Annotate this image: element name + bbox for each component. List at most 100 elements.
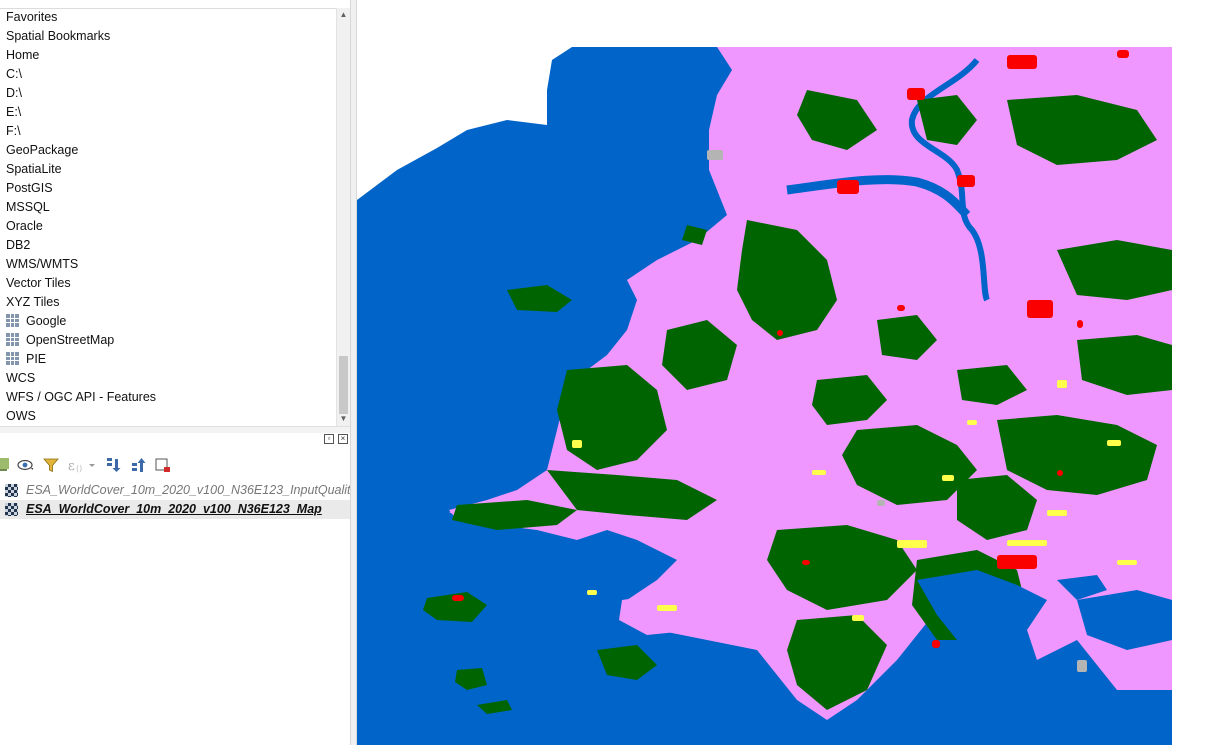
browser-item-label: Vector Tiles bbox=[6, 276, 71, 290]
remove-layer-icon[interactable] bbox=[154, 456, 172, 474]
dock-splitter[interactable] bbox=[350, 0, 357, 745]
chevron-down-icon[interactable] bbox=[87, 456, 97, 474]
browser-scrollbar[interactable]: ▲ ▼ bbox=[336, 8, 350, 426]
browser-item-label: OWS bbox=[6, 409, 36, 423]
landcover-raster bbox=[357, 0, 1216, 745]
browser-item-label: WMS/WMTS bbox=[6, 257, 79, 271]
expand-all-icon[interactable] bbox=[104, 456, 122, 474]
browser-item[interactable]: Vector Tiles bbox=[0, 274, 336, 293]
browser-item[interactable]: E:\ bbox=[0, 103, 336, 122]
browser-item-label: Spatial Bookmarks bbox=[6, 29, 111, 43]
browser-item[interactable]: PostGIS bbox=[0, 179, 336, 198]
browser-item[interactable]: Google bbox=[0, 312, 336, 331]
browser-item[interactable]: XYZ Tiles bbox=[0, 293, 336, 312]
filter-expression-icon[interactable]: ε () bbox=[67, 456, 85, 474]
browser-item-label: F:\ bbox=[6, 124, 21, 138]
svg-text:ε: ε bbox=[68, 459, 75, 474]
browser-item-label: PIE bbox=[26, 352, 47, 366]
browser-item[interactable]: OpenStreetMap bbox=[0, 331, 336, 350]
xyz-tile-icon bbox=[6, 333, 19, 346]
built-up-area bbox=[932, 640, 940, 648]
browser-item[interactable]: OWS bbox=[0, 407, 336, 426]
browser-item-label: E:\ bbox=[6, 105, 22, 119]
browser-item[interactable]: Favorites bbox=[0, 8, 336, 27]
grassland-patch bbox=[852, 615, 864, 621]
browser-item[interactable]: Spatial Bookmarks bbox=[0, 27, 336, 46]
raster-layer-icon bbox=[5, 503, 18, 516]
browser-panel-tree[interactable]: Favorites Spatial Bookmarks Home C:\ D:\ E:\ F… bbox=[0, 8, 336, 426]
filter-legend-icon[interactable] bbox=[42, 456, 60, 474]
collapse-all-icon[interactable] bbox=[129, 456, 147, 474]
close-panel-icon[interactable]: × bbox=[338, 434, 348, 444]
browser-item[interactable]: WCS bbox=[0, 369, 336, 388]
built-up-area bbox=[777, 330, 783, 336]
browser-item[interactable]: DB2 bbox=[0, 236, 336, 255]
browser-item[interactable]: WMS/WMTS bbox=[0, 255, 336, 274]
browser-item-label: D:\ bbox=[6, 86, 22, 100]
browser-item-label: GeoPackage bbox=[6, 143, 79, 157]
built-up-area bbox=[957, 175, 975, 187]
built-up-area bbox=[907, 88, 925, 100]
scrollbar-thumb[interactable] bbox=[339, 356, 348, 414]
browser-item[interactable]: D:\ bbox=[0, 84, 336, 103]
browser-item[interactable]: WFS / OGC API - Features bbox=[0, 388, 336, 407]
grassland-patch bbox=[587, 590, 597, 595]
browser-item[interactable]: SpatiaLite bbox=[0, 160, 336, 179]
open-layer-styling-icon[interactable] bbox=[0, 456, 12, 474]
browser-item[interactable]: C:\ bbox=[0, 65, 336, 84]
built-up-area bbox=[997, 555, 1037, 569]
grassland-patch bbox=[812, 470, 826, 475]
built-up-area bbox=[1077, 320, 1083, 328]
svg-text:(): () bbox=[76, 464, 82, 473]
browser-item-label: DB2 bbox=[6, 238, 31, 252]
grassland-patch bbox=[572, 440, 582, 448]
nodata-margin bbox=[1172, 0, 1216, 745]
grassland-patch bbox=[967, 420, 977, 425]
layer-item-inputquality[interactable]: ESA_WorldCover_10m_2020_v100_N36E123_Inp… bbox=[0, 481, 357, 500]
layers-panel-header: ▫ × bbox=[0, 432, 350, 448]
xyz-tile-icon bbox=[6, 314, 19, 327]
layer-item-map[interactable]: ESA_WorldCover_10m_2020_v100_N36E123_Map bbox=[0, 500, 350, 519]
browser-item-label: Oracle bbox=[6, 219, 43, 233]
layers-tree[interactable]: ESA_WorldCover_10m_2020_v100_N36E123_Inp… bbox=[0, 481, 357, 519]
layer-name: ESA_WorldCover_10m_2020_v100_N36E123_Map bbox=[26, 502, 322, 516]
built-up-area bbox=[802, 560, 810, 565]
browser-item-label: OpenStreetMap bbox=[26, 333, 115, 347]
bare-patch bbox=[1077, 660, 1087, 672]
built-up-area bbox=[1027, 300, 1053, 318]
manage-visibility-icon[interactable] bbox=[17, 456, 35, 474]
built-up-area bbox=[1007, 55, 1037, 69]
grassland-patch bbox=[942, 475, 954, 481]
grassland-patch bbox=[1107, 440, 1121, 446]
browser-item-label: SpatiaLite bbox=[6, 162, 62, 176]
float-panel-icon[interactable]: ▫ bbox=[324, 434, 334, 444]
built-up-area bbox=[1117, 50, 1129, 58]
browser-item[interactable]: MSSQL bbox=[0, 198, 336, 217]
browser-item[interactable]: PIE bbox=[0, 350, 336, 369]
browser-item[interactable]: F:\ bbox=[0, 122, 336, 141]
grassland-patch bbox=[1117, 560, 1137, 565]
browser-item[interactable]: Home bbox=[0, 46, 336, 65]
browser-item-label: C:\ bbox=[6, 67, 22, 81]
built-up-area bbox=[897, 305, 905, 311]
browser-item-label: Favorites bbox=[6, 10, 58, 24]
grassland-patch bbox=[1007, 540, 1047, 546]
browser-item-label: WCS bbox=[6, 371, 36, 385]
grassland-patch bbox=[1047, 510, 1067, 516]
map-canvas[interactable] bbox=[357, 0, 1216, 745]
browser-item-label: Home bbox=[6, 48, 40, 62]
browser-item-label: XYZ Tiles bbox=[6, 295, 60, 309]
scroll-down-arrow-icon[interactable]: ▼ bbox=[337, 412, 350, 426]
browser-item[interactable]: GeoPackage bbox=[0, 141, 336, 160]
browser-item-label: Google bbox=[26, 314, 67, 328]
xyz-tile-icon bbox=[6, 352, 19, 365]
browser-item[interactable]: Oracle bbox=[0, 217, 336, 236]
built-up-area bbox=[1057, 470, 1063, 476]
browser-item-label: PostGIS bbox=[6, 181, 53, 195]
grassland-patch bbox=[897, 540, 927, 548]
left-dock: Favorites Spatial Bookmarks Home C:\ D:\ E:\ F… bbox=[0, 0, 357, 745]
grassland-patch bbox=[1057, 380, 1067, 388]
bare-patch bbox=[707, 150, 723, 160]
built-up-area bbox=[452, 595, 464, 601]
scroll-up-arrow-icon[interactable]: ▲ bbox=[337, 8, 350, 22]
